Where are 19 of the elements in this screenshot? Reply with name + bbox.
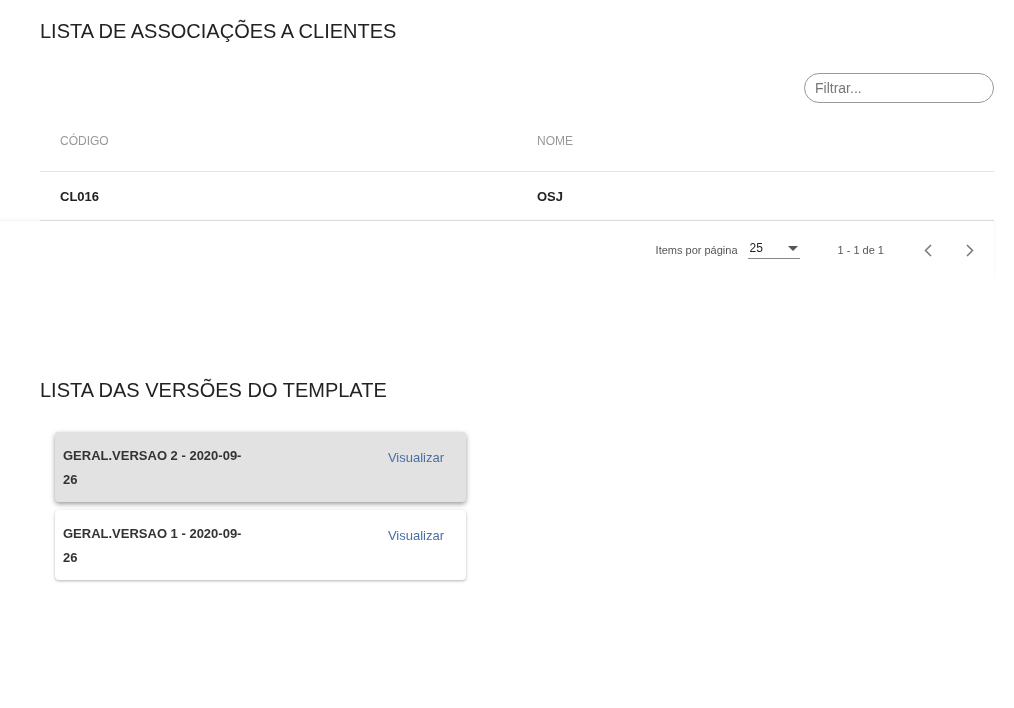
version-card[interactable]: GERAL.VERSAO 1 - 2020-09-26 Visualizar	[55, 510, 466, 580]
previous-page-icon[interactable]	[924, 243, 932, 257]
filter-field[interactable]: Filtrar...	[804, 73, 994, 103]
dropdown-arrow-icon	[787, 245, 798, 251]
version-card[interactable]: GERAL.VERSAO 2 - 2020-09-26 Visualizar	[55, 432, 466, 502]
version-name: GERAL.VERSAO 1 - 2020-09-26	[63, 525, 243, 567]
column-header: NOME	[537, 134, 573, 148]
column-header: CÓDIGO	[60, 134, 109, 148]
view-link[interactable]: Visualizar	[387, 528, 444, 543]
table-cell: OSJ	[537, 188, 563, 204]
items-per-page-label: Items por página	[655, 244, 738, 256]
next-page-icon[interactable]	[966, 243, 974, 257]
version-name: GERAL.VERSAO 2 - 2020-09-26	[63, 447, 243, 489]
page-size-select[interactable]: 25	[747, 241, 800, 259]
table-cell: CL016	[60, 188, 100, 204]
section-title: LISTA DAS VERSÕES DO TEMPLATE	[40, 379, 387, 402]
view-link[interactable]: Visualizar	[387, 450, 444, 465]
page-range: 1 - 1 de 1	[837, 244, 884, 256]
section-title: LISTA DE ASSOCIAÇÕES A CLIENTES	[40, 20, 397, 43]
